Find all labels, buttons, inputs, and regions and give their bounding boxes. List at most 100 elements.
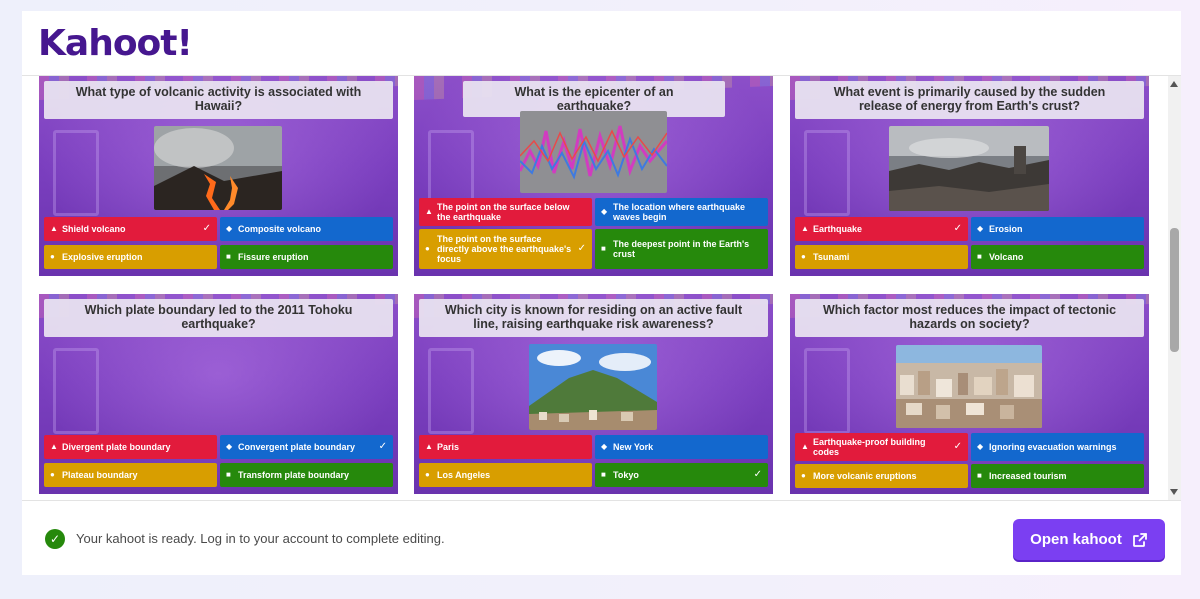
ruins-image	[889, 126, 1049, 211]
answer-option[interactable]: ◆ Convergent plate boundary ✓	[220, 435, 393, 459]
square-icon: ■	[226, 470, 231, 479]
answer-option[interactable]: ■ Volcano	[971, 245, 1144, 269]
answer-text: The point on the surface directly above …	[437, 234, 572, 264]
answer-text: Convergent plate boundary	[238, 442, 356, 452]
answer-text: Explosive eruption	[62, 252, 143, 262]
answer-option[interactable]: ▲ Paris	[419, 435, 592, 459]
scroll-down-icon[interactable]	[1170, 489, 1178, 495]
answer-option[interactable]: ◆ Ignoring evacuation warnings	[971, 433, 1144, 461]
question-preview-area[interactable]: What type of volcanic activity is associ…	[22, 76, 1181, 500]
answer-text: Tsunami	[813, 252, 850, 262]
seismograph-image	[520, 111, 667, 193]
footer: ✓ Your kahoot is ready. Log in to your a…	[22, 500, 1181, 575]
scroll-thumb[interactable]	[1170, 228, 1179, 352]
correct-check-icon: ✓	[953, 441, 962, 452]
answer-option[interactable]: ● The point on the surface directly abov…	[419, 229, 592, 269]
answer-text: Tokyo	[613, 470, 639, 480]
header: Kahoot!	[22, 11, 1181, 76]
square-icon: ■	[601, 470, 606, 479]
external-link-icon	[1132, 532, 1148, 548]
answer-option[interactable]: ▲ Earthquake-proof building codes ✓	[795, 433, 968, 461]
answer-text: The deepest point in the Earth's crust	[613, 239, 750, 259]
question-card[interactable]: Which factor most reduces the impact of …	[790, 294, 1149, 494]
answer-option[interactable]: ■ Transform plate boundary	[220, 463, 393, 487]
answer-text: Shield volcano	[62, 224, 126, 234]
answer-text: New York	[613, 442, 654, 452]
answer-text: Volcano	[989, 252, 1024, 262]
question-card[interactable]: Which plate boundary led to the 2011 Toh…	[39, 294, 398, 494]
question-card[interactable]: What type of volcanic activity is associ…	[39, 76, 398, 276]
answer-text: Erosion	[989, 224, 1023, 234]
mountain-city-image	[529, 344, 657, 430]
correct-check-icon: ✓	[953, 223, 962, 234]
answer-option[interactable]: ◆ The location where earthquake waves be…	[595, 198, 768, 226]
answer-option[interactable]: ● Explosive eruption	[44, 245, 217, 269]
vertical-scrollbar[interactable]	[1168, 76, 1181, 500]
correct-check-icon: ✓	[202, 223, 211, 234]
answer-text: Ignoring evacuation warnings	[989, 442, 1117, 452]
answer-text: Los Angeles	[437, 470, 491, 480]
answer-option[interactable]: ● Plateau boundary	[44, 463, 217, 487]
answer-option[interactable]: ◆ Composite volcano	[220, 217, 393, 241]
open-kahoot-button[interactable]: Open kahoot	[1013, 519, 1165, 560]
answer-option[interactable]: ◆ Erosion	[971, 217, 1144, 241]
square-icon: ■	[977, 252, 982, 261]
question-text: Which plate boundary led to the 2011 Toh…	[44, 299, 393, 337]
answer-option[interactable]: ● Tsunami	[795, 245, 968, 269]
correct-check-icon: ✓	[577, 243, 586, 254]
answer-text: Earthquake-proof building codes	[813, 437, 926, 457]
answer-option[interactable]: ■ The deepest point in the Earth's crust	[595, 229, 768, 269]
answer-option[interactable]: ▲ Earthquake ✓	[795, 217, 968, 241]
circle-icon: ●	[425, 244, 430, 253]
question-text: Which city is known for residing on an a…	[419, 299, 768, 337]
circle-icon: ●	[50, 252, 55, 261]
answer-option[interactable]: ▲ Divergent plate boundary	[44, 435, 217, 459]
question-card[interactable]: What is the epicenter of an earthquake? …	[414, 76, 773, 276]
question-card[interactable]: Which city is known for residing on an a…	[414, 294, 773, 494]
correct-check-icon: ✓	[753, 469, 762, 480]
kahoot-logo[interactable]: Kahoot!	[38, 21, 193, 67]
answer-text: Increased tourism	[989, 471, 1067, 481]
status-message: Your kahoot is ready. Log in to your acc…	[76, 531, 445, 546]
scroll-up-icon[interactable]	[1170, 81, 1178, 87]
answer-text: Transform plate boundary	[238, 470, 350, 480]
answer-option[interactable]: ▲ Shield volcano ✓	[44, 217, 217, 241]
square-icon: ■	[601, 244, 606, 253]
diamond-icon: ◆	[977, 442, 984, 451]
answer-option[interactable]: ■ Tokyo ✓	[595, 463, 768, 487]
answer-option[interactable]: ▲ The point on the surface below the ear…	[419, 198, 592, 226]
triangle-icon: ▲	[50, 442, 58, 451]
circle-icon: ●	[801, 471, 806, 480]
answer-option[interactable]: ◆ New York	[595, 435, 768, 459]
square-icon: ■	[977, 471, 982, 480]
circle-icon: ●	[801, 252, 806, 261]
question-text: Which factor most reduces the impact of …	[795, 299, 1144, 337]
answer-option[interactable]: ■ Fissure eruption	[220, 245, 393, 269]
circle-icon: ●	[50, 470, 55, 479]
diamond-icon: ◆	[601, 207, 608, 216]
question-text: What event is primarily caused by the su…	[795, 81, 1144, 119]
triangle-icon: ▲	[801, 224, 809, 233]
answer-text: Composite volcano	[238, 224, 322, 234]
question-card[interactable]: What event is primarily caused by the su…	[790, 76, 1149, 276]
diamond-icon: ◆	[226, 442, 233, 451]
kahoot-panel: Kahoot! What type of volcanic activity i…	[22, 11, 1181, 575]
lava-image	[154, 126, 282, 210]
correct-check-icon: ✓	[378, 441, 387, 452]
triangle-icon: ▲	[50, 224, 58, 233]
answer-option[interactable]: ● More volcanic eruptions	[795, 464, 968, 488]
answer-option[interactable]: ● Los Angeles	[419, 463, 592, 487]
answer-text: Plateau boundary	[62, 470, 138, 480]
dense-city-image	[896, 345, 1042, 428]
triangle-icon: ▲	[425, 442, 433, 451]
triangle-icon: ▲	[425, 207, 433, 216]
open-kahoot-label: Open kahoot	[1030, 531, 1122, 548]
question-text: What type of volcanic activity is associ…	[44, 81, 393, 119]
diamond-icon: ◆	[226, 224, 233, 233]
circle-icon: ●	[425, 470, 430, 479]
answer-text: The point on the surface below the earth…	[437, 202, 570, 222]
answer-text: Earthquake	[813, 224, 863, 234]
answer-text: Divergent plate boundary	[62, 442, 171, 452]
answer-text: More volcanic eruptions	[813, 471, 917, 481]
answer-option[interactable]: ■ Increased tourism	[971, 464, 1144, 488]
